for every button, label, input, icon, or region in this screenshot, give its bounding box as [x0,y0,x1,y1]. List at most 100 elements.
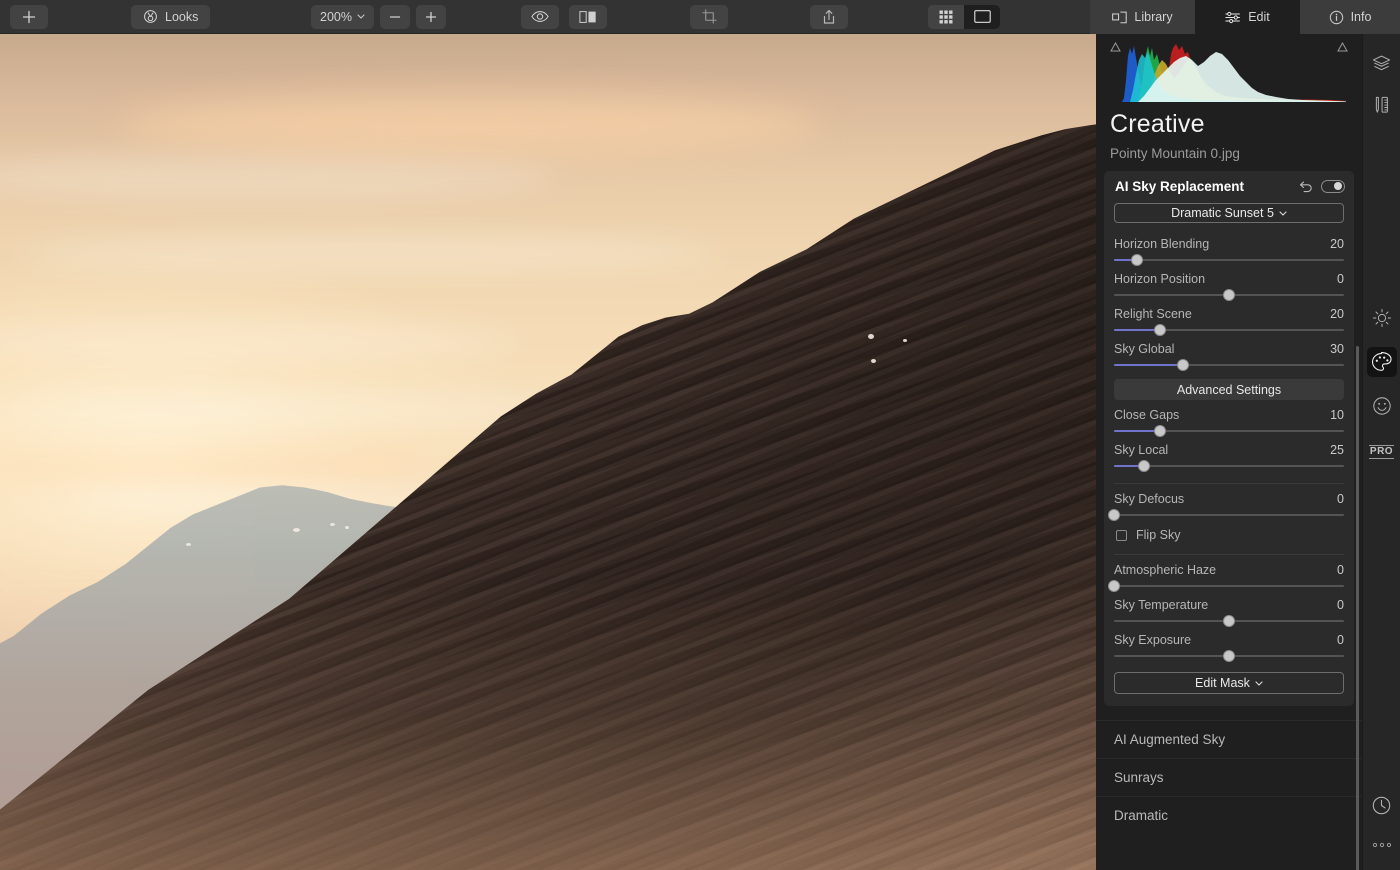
slider-sky-global[interactable]: Sky Global 30 [1104,338,1354,373]
tab-info[interactable]: Info [1300,0,1400,34]
rail-more-button[interactable] [1367,830,1397,860]
minus-icon [389,15,401,18]
slider-track[interactable] [1114,650,1344,662]
zoom-level-dropdown[interactable]: 200% [311,4,374,29]
rail-history-button[interactable] [1367,790,1397,820]
slider-label: Atmospheric Haze [1114,563,1217,577]
slider-knob[interactable] [1108,509,1120,521]
tab-edit[interactable]: Edit [1195,0,1300,34]
more-dots-icon [1372,842,1391,848]
zoom-out-button[interactable] [379,4,410,29]
slider-track[interactable] [1108,509,1344,521]
chevron-down-icon [357,14,365,19]
edit-mask-button[interactable]: Edit Mask [1114,672,1344,694]
slider-track[interactable] [1114,254,1344,266]
share-button[interactable] [810,4,848,29]
panel-scrollbar[interactable] [1356,346,1359,870]
slider-close-gaps[interactable]: Close Gaps 10 [1104,404,1354,439]
snow-speck [330,523,335,526]
slider-track[interactable] [1114,460,1344,472]
single-view-button[interactable] [964,4,1000,29]
slider-track[interactable] [1114,425,1344,437]
slider-horizon-blending[interactable]: Horizon Blending 20 [1104,233,1354,268]
section-enable-toggle[interactable] [1321,179,1345,193]
slider-label: Sky Defocus [1114,492,1185,506]
crop-button[interactable] [690,4,728,29]
slider-knob[interactable] [1223,615,1235,627]
advanced-settings-button[interactable]: Advanced Settings [1114,379,1344,400]
slider-track[interactable] [1114,359,1344,371]
zoom-in-button[interactable] [415,4,446,29]
slider-relight-scene[interactable]: Relight Scene 20 [1104,303,1354,338]
rail-essentials-button[interactable] [1367,303,1397,333]
sliders-icon [1225,11,1241,23]
section-header[interactable]: AI Sky Replacement [1104,171,1354,201]
slider-track[interactable] [1114,289,1344,301]
rail-pro-button[interactable]: PRO [1367,437,1397,467]
section-sunrays[interactable]: Sunrays [1096,758,1362,796]
slider-knob[interactable] [1154,425,1166,437]
reset-button[interactable] [1299,180,1313,193]
section-label: Sunrays [1114,770,1164,785]
slider-knob[interactable] [1154,324,1166,336]
slider-sky-defocus[interactable]: Sky Defocus 0 [1104,488,1354,523]
slider-track[interactable] [1114,615,1344,627]
slider-atmospheric-haze[interactable]: Atmospheric Haze 0 [1104,559,1354,594]
histogram[interactable] [1108,40,1350,102]
single-view-icon [973,10,991,23]
share-icon [823,9,835,24]
grid-view-button[interactable] [928,4,964,29]
palette-creative-icon [1371,351,1392,371]
compare-view-button[interactable] [569,4,607,29]
toolbar-left-group [10,4,48,29]
plus-icon [425,11,437,22]
filename-label: Pointy Mountain 0.jpg [1110,146,1240,161]
slider-value: 0 [1337,598,1344,612]
sky-preset-dropdown[interactable]: Dramatic Sunset 5 [1114,203,1344,223]
eye-icon [531,11,549,22]
slider-track[interactable] [1114,324,1344,336]
zoom-group: 200% [311,4,446,29]
history-clock-icon [1372,796,1391,814]
slider-knob[interactable] [1223,289,1235,301]
snow-speck [868,334,874,339]
rail-tools-button[interactable] [1367,90,1397,120]
slider-sky-exposure[interactable]: Sky Exposure 0 [1104,629,1354,664]
checkbox-icon [1116,529,1127,541]
slider-knob[interactable] [1177,359,1189,371]
section-ai-augmented-sky[interactable]: AI Augmented Sky [1096,720,1362,758]
rail-portrait-button[interactable] [1367,391,1397,421]
slider-knob[interactable] [1137,460,1150,472]
slider-knob[interactable] [1108,580,1120,592]
tab-info-label: Info [1350,10,1372,24]
flip-sky-checkbox[interactable]: Flip Sky [1104,523,1354,545]
slider-knob[interactable] [1131,254,1143,266]
preview-toggle-button[interactable] [521,4,559,29]
slider-sky-temperature[interactable]: Sky Temperature 0 [1104,594,1354,629]
sun-essentials-icon [1372,308,1391,328]
add-button[interactable] [10,4,48,29]
section-ai-sky-replacement: AI Sky Replacement Dramatic Sunset 5 Hor… [1104,171,1354,706]
snow-speck [345,526,349,529]
section-label: Dramatic [1114,808,1169,823]
looks-label: Looks [165,9,199,24]
slider-value: 0 [1337,563,1344,577]
main-body: Creative Pointy Mountain 0.jpg AI Sky Re… [0,34,1400,870]
slider-knob[interactable] [1223,650,1235,662]
photo-canvas[interactable] [0,34,1096,870]
section-title: AI Sky Replacement [1115,178,1245,194]
rail-layers-button[interactable] [1367,48,1397,78]
slider-horizon-position[interactable]: Horizon Position 0 [1104,268,1354,303]
looks-icon [144,10,157,23]
plus-icon [22,10,36,23]
slider-track[interactable] [1108,580,1344,592]
slider-sky-local[interactable]: Sky Local 25 [1104,439,1354,474]
tab-library[interactable]: Library [1090,0,1195,34]
section-dramatic[interactable]: Dramatic [1096,796,1362,834]
app-window: Looks 200% Library Edit Info Creative Po… [0,0,1400,870]
rail-creative-button[interactable] [1366,347,1397,377]
looks-button[interactable]: Looks [131,4,211,29]
slider-label: Sky Local [1114,443,1169,457]
slider-label: Sky Temperature [1114,598,1209,612]
snow-speck [186,543,191,546]
